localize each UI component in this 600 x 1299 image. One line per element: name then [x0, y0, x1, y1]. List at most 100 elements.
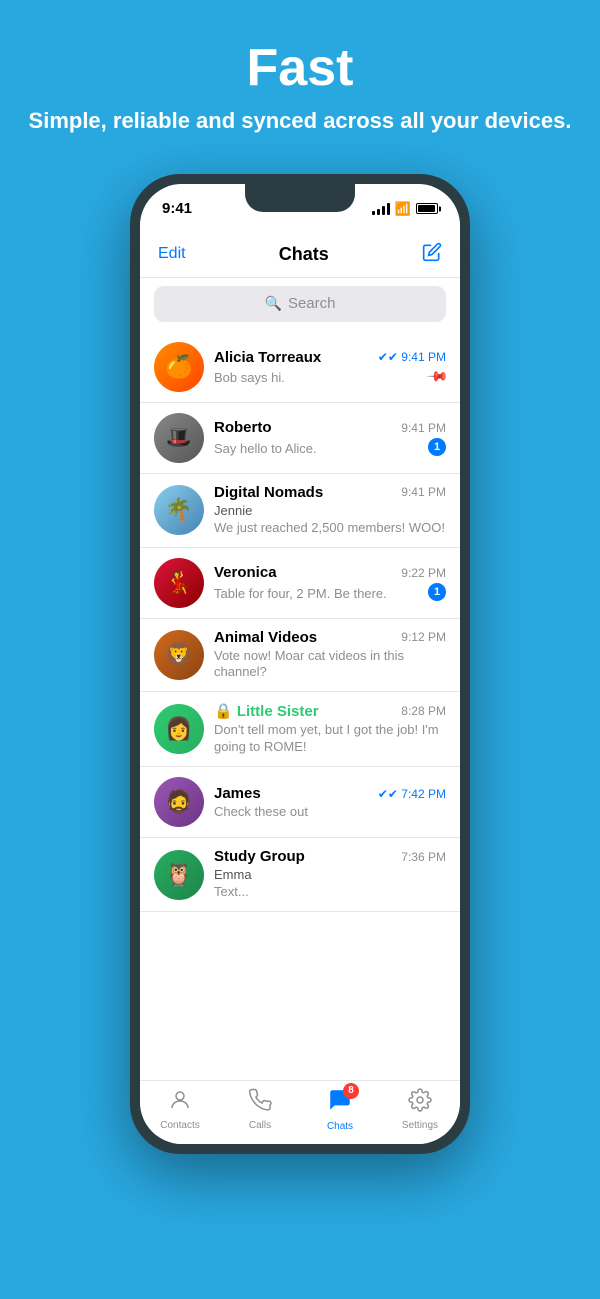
search-bar-container: 🔍 Search — [140, 278, 460, 332]
chat-item-digital[interactable]: 🌴 Digital Nomads 9:41 PM Jennie We just … — [140, 474, 460, 548]
chat-preview: Emma Text... — [214, 867, 446, 901]
tab-settings-label: Settings — [402, 1120, 438, 1131]
status-icons: 📶 — [372, 201, 438, 217]
notch — [245, 184, 355, 212]
compose-button[interactable] — [422, 242, 442, 267]
avatar-roberto: 🎩 — [154, 413, 204, 463]
pin-icon: 📌 — [425, 364, 449, 388]
chat-content-alicia: Alicia Torreaux ✔✔ 9:41 PM Bob says hi. … — [214, 349, 446, 385]
settings-icon — [408, 1088, 432, 1118]
phone-wrapper: 9:41 📶 Edit Cha — [130, 174, 470, 1154]
search-icon: 🔍 — [265, 295, 282, 312]
page-title: Chats — [279, 244, 329, 265]
chats-tab-icon-wrapper: 8 — [327, 1087, 353, 1119]
search-bar[interactable]: 🔍 Search — [154, 286, 446, 322]
chat-time: 9:41 PM — [401, 485, 446, 499]
avatar-james: 🧔 — [154, 777, 204, 827]
chat-name: Study Group — [214, 848, 305, 865]
chat-top-row: Veronica 9:22 PM — [214, 564, 446, 581]
chat-item-veronica[interactable]: 💃 Veronica 9:22 PM Table for four, 2 PM.… — [140, 548, 460, 619]
signal-bar-1 — [372, 211, 375, 215]
chat-name: Roberto — [214, 419, 272, 436]
chat-time: 8:28 PM — [401, 704, 446, 718]
tab-chats-label: Chats — [327, 1121, 353, 1132]
chat-top-row: Digital Nomads 9:41 PM — [214, 484, 446, 501]
chat-top-row: Alicia Torreaux ✔✔ 9:41 PM — [214, 349, 446, 366]
chat-item-sister[interactable]: 👩 🔒 Little Sister 8:28 PM Don't tell mom… — [140, 692, 460, 767]
chat-bottom-row: Jennie We just reached 2,500 members! WO… — [214, 503, 446, 537]
chat-item-roberto[interactable]: 🎩 Roberto 9:41 PM Say hello to Alice. 1 — [140, 403, 460, 474]
chat-time: ✔✔ 9:41 PM — [378, 350, 446, 364]
avatar-study: 🦉 — [154, 850, 204, 900]
signal-bar-4 — [387, 203, 390, 215]
chat-preview: Check these out — [214, 804, 446, 819]
avatar-digital: 🌴 — [154, 485, 204, 535]
signal-bar-2 — [377, 209, 380, 215]
chat-name: James — [214, 785, 261, 802]
tab-bar: Contacts Calls — [140, 1080, 460, 1144]
chat-name: Animal Videos — [214, 629, 317, 646]
search-placeholder: Search — [288, 295, 336, 312]
chat-item-james[interactable]: 🧔 James ✔✔ 7:42 PM Check these out — [140, 767, 460, 838]
tab-contacts-label: Contacts — [160, 1120, 199, 1131]
tab-settings[interactable]: Settings — [380, 1088, 460, 1131]
chat-content-digital: Digital Nomads 9:41 PM Jennie We just re… — [214, 484, 446, 537]
chat-content-sister: 🔒 Little Sister 8:28 PM Don't tell mom y… — [214, 702, 446, 756]
chat-top-row: James ✔✔ 7:42 PM — [214, 785, 446, 802]
chats-notification-badge: 8 — [343, 1083, 359, 1099]
chat-meta: 1 — [428, 438, 446, 456]
status-time: 9:41 — [162, 200, 192, 217]
tab-calls-label: Calls — [249, 1120, 271, 1131]
chat-preview: Jennie We just reached 2,500 members! WO… — [214, 503, 446, 537]
avatar-animal: 🦁 — [154, 630, 204, 680]
tab-chats[interactable]: 8 Chats — [300, 1087, 380, 1132]
avatar-alicia: 🍊 — [154, 342, 204, 392]
chat-preview: Say hello to Alice. — [214, 441, 424, 456]
phone-screen: 9:41 📶 Edit Cha — [140, 184, 460, 1144]
chat-item-alicia[interactable]: 🍊 Alicia Torreaux ✔✔ 9:41 PM Bob says hi… — [140, 332, 460, 403]
chat-time: 9:12 PM — [401, 630, 446, 644]
chat-content-roberto: Roberto 9:41 PM Say hello to Alice. 1 — [214, 419, 446, 456]
signal-bars-icon — [372, 203, 390, 215]
chat-name: Alicia Torreaux — [214, 349, 321, 366]
chat-content-james: James ✔✔ 7:42 PM Check these out — [214, 785, 446, 819]
chat-item-animal[interactable]: 🦁 Animal Videos 9:12 PM Vote now! Moar c… — [140, 619, 460, 693]
chat-time: ✔✔ 7:42 PM — [378, 787, 446, 801]
signal-bar-3 — [382, 206, 385, 215]
chat-time: 9:41 PM — [401, 421, 446, 435]
status-bar: 9:41 📶 — [140, 184, 460, 234]
unread-badge: 1 — [428, 583, 446, 601]
phone-frame: 9:41 📶 Edit Cha — [130, 174, 470, 1154]
tab-contacts[interactable]: Contacts — [140, 1088, 220, 1131]
chat-top-row: Animal Videos 9:12 PM — [214, 629, 446, 646]
chat-item-study[interactable]: 🦉 Study Group 7:36 PM Emma Text... — [140, 838, 460, 912]
chat-preview: Bob says hi. — [214, 370, 425, 385]
avatar-veronica: 💃 — [154, 558, 204, 608]
nav-header: Edit Chats — [140, 234, 460, 278]
tab-calls[interactable]: Calls — [220, 1088, 300, 1131]
chat-content-study: Study Group 7:36 PM Emma Text... — [214, 848, 446, 901]
chat-name: Digital Nomads — [214, 484, 323, 501]
chat-top-row: 🔒 Little Sister 8:28 PM — [214, 702, 446, 720]
edit-button[interactable]: Edit — [158, 245, 186, 263]
contacts-icon — [168, 1088, 192, 1118]
chat-bottom-row: Bob says hi. 📌 — [214, 368, 446, 385]
chats-list: 🍊 Alicia Torreaux ✔✔ 9:41 PM Bob says hi… — [140, 332, 460, 1080]
chat-bottom-row: Don't tell mom yet, but I got the job! I… — [214, 722, 446, 756]
chat-time: 7:36 PM — [401, 850, 446, 864]
chat-top-row: Roberto 9:41 PM — [214, 419, 446, 436]
avatar-sister: 👩 — [154, 704, 204, 754]
hero-subtitle: Simple, reliable and synced across all y… — [29, 107, 572, 136]
chat-bottom-row: Check these out — [214, 804, 446, 819]
chat-content-animal: Animal Videos 9:12 PM Vote now! Moar cat… — [214, 629, 446, 682]
chat-time: 9:22 PM — [401, 566, 446, 580]
battery-icon — [416, 203, 438, 214]
chat-preview: Vote now! Moar cat videos in this channe… — [214, 648, 446, 682]
chat-name: 🔒 Little Sister — [214, 702, 319, 720]
chat-name: Veronica — [214, 564, 277, 581]
chat-bottom-row: Emma Text... — [214, 867, 446, 901]
chat-bottom-row: Table for four, 2 PM. Be there. 1 — [214, 583, 446, 601]
chat-content-veronica: Veronica 9:22 PM Table for four, 2 PM. B… — [214, 564, 446, 601]
chat-bottom-row: Vote now! Moar cat videos in this channe… — [214, 648, 446, 682]
wifi-icon: 📶 — [395, 201, 411, 217]
